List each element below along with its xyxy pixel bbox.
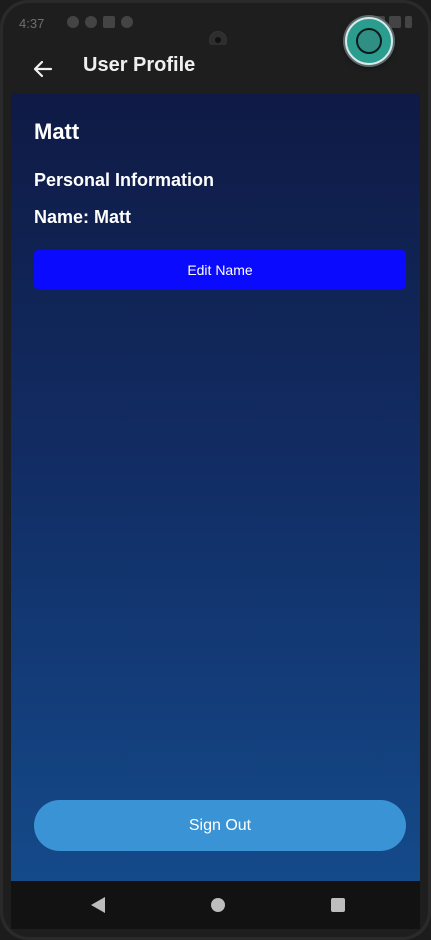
app-notification-icon (85, 16, 97, 28)
personal-info-heading: Personal Information (34, 170, 215, 190)
sd-card-icon (103, 16, 115, 28)
status-notification-icons (67, 16, 133, 28)
status-time: 4:37 (19, 16, 45, 31)
battery-icon (405, 16, 412, 28)
page-title: User Profile (83, 54, 196, 76)
system-nav-bar (11, 881, 420, 929)
profile-content: Matt Personal Information Name: Matt Edi… (11, 93, 420, 881)
edit-name-button[interactable]: Edit Name (34, 250, 406, 289)
signal-icon (389, 16, 401, 28)
screen: 4:37 User Profile Matt Personal Informat… (3, 3, 428, 937)
back-button[interactable] (27, 53, 59, 85)
nav-back-icon[interactable] (91, 897, 105, 913)
arrow-left-icon (33, 60, 53, 78)
name-field-text: Name: Matt (34, 207, 132, 227)
user-name-heading: Matt (34, 119, 80, 144)
overlay-bubble-icon (356, 28, 382, 54)
nav-home-icon[interactable] (211, 898, 225, 912)
at-sign-icon (121, 16, 133, 28)
settings-icon (67, 16, 79, 28)
sign-out-button[interactable]: Sign Out (34, 800, 406, 851)
nav-recents-icon[interactable] (331, 898, 345, 912)
device-frame: 4:37 User Profile Matt Personal Informat… (0, 0, 431, 940)
overlay-bubble-button[interactable] (345, 17, 393, 65)
